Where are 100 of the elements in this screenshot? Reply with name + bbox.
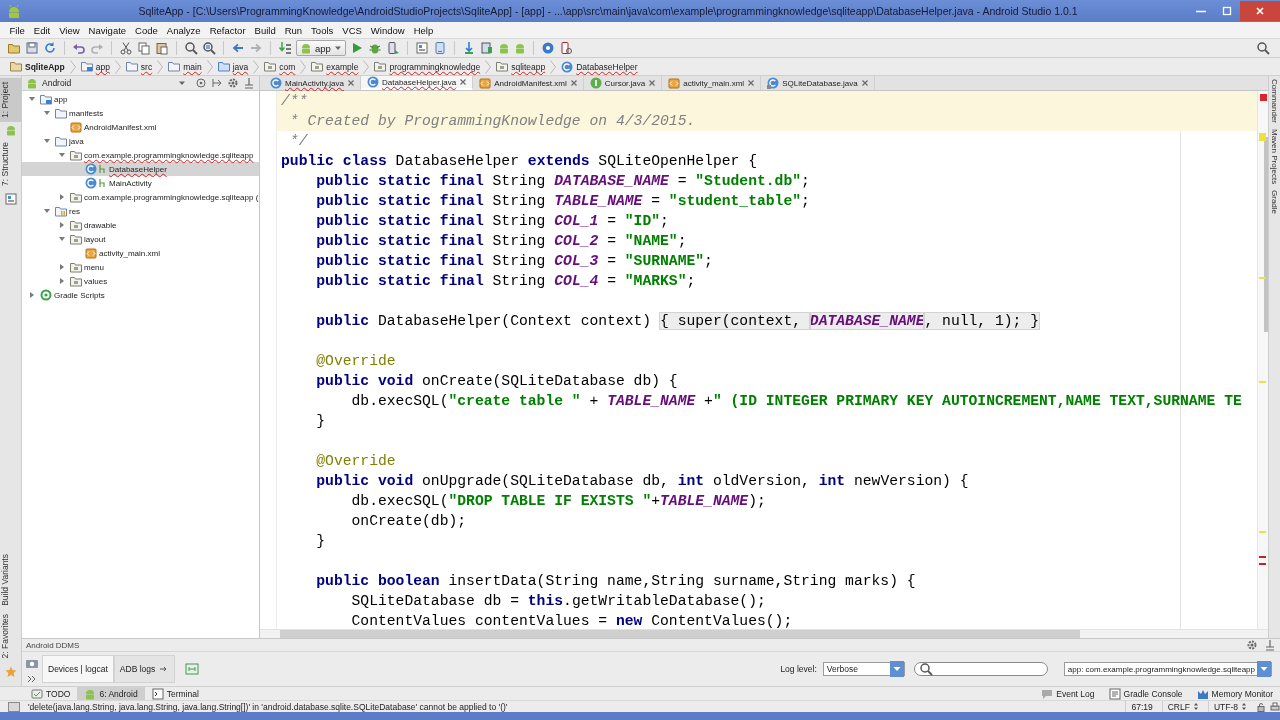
- collapse-arrow-icon[interactable]: [58, 235, 66, 243]
- close-icon[interactable]: [747, 79, 756, 87]
- settings-icon[interactable]: [1246, 639, 1258, 651]
- help-icon[interactable]: [540, 41, 555, 55]
- menu-title[interactable]: Edit: [29, 24, 55, 36]
- tool-window-tab[interactable]: 2: Favorites: [0, 609, 21, 662]
- breadcrumb[interactable]: src: [123, 61, 155, 72]
- tree-item[interactable]: menu: [22, 260, 259, 274]
- log-level-dropdown[interactable]: Verbose: [822, 662, 905, 676]
- editor-tab[interactable]: AndroidManifest.xml: [473, 76, 584, 90]
- tree-item[interactable]: activity_main.xml: [22, 246, 259, 260]
- tree-item[interactable]: Gradle Scripts: [22, 288, 259, 302]
- menu-title[interactable]: Navigate: [84, 24, 131, 36]
- camera-icon[interactable]: [25, 657, 39, 669]
- hide-icon[interactable]: [1264, 639, 1276, 651]
- tool-window-tab[interactable]: Maven Projects: [1270, 126, 1279, 188]
- close-icon[interactable]: [347, 79, 355, 87]
- panel-tab[interactable]: Devices | logcat: [42, 655, 114, 683]
- tree-item[interactable]: layout: [22, 232, 259, 246]
- copy-icon[interactable]: [137, 41, 151, 55]
- tree-item[interactable]: com.example.programmingknowledge.sqliteapp (: [22, 190, 259, 204]
- expand-arrow-icon[interactable]: [58, 193, 66, 201]
- close-icon[interactable]: [860, 79, 869, 87]
- menu-title[interactable]: Build: [250, 24, 281, 36]
- back-icon[interactable]: [231, 41, 245, 55]
- device-monitor-icon[interactable]: [479, 41, 494, 55]
- tool-window-tab[interactable]: Gradle Console: [1101, 687, 1190, 700]
- tool-window-tab[interactable]: 6: Android: [77, 687, 145, 700]
- expand-arrow-icon[interactable]: [28, 291, 36, 299]
- tree-item[interactable]: drawable: [22, 218, 259, 232]
- close-icon[interactable]: [459, 78, 468, 86]
- search-icon[interactable]: [1256, 41, 1270, 55]
- scrollbar-thumb[interactable]: [1264, 137, 1268, 332]
- breadcrumb[interactable]: main: [166, 61, 204, 72]
- editor-tab[interactable]: DatabaseHelper.java: [361, 76, 474, 90]
- more-icon[interactable]: [27, 675, 37, 683]
- app-filter-dropdown[interactable]: app: com.example.programmingknowledge.sqliteapp: [1063, 662, 1272, 676]
- tool-window-tab[interactable]: 7: Structure: [0, 137, 21, 190]
- close-icon[interactable]: [569, 79, 578, 87]
- breadcrumb[interactable]: SqliteApp: [8, 61, 67, 72]
- breadcrumb[interactable]: app: [78, 61, 112, 72]
- tool-window-tab[interactable]: Memory Monitor: [1189, 687, 1280, 700]
- editor-tab[interactable]: SQLiteDatabase.java: [761, 76, 875, 90]
- phone-icon[interactable]: [432, 41, 447, 55]
- menu-title[interactable]: File: [5, 24, 30, 36]
- project-structure-icon[interactable]: [414, 41, 429, 55]
- tree-item[interactable]: res: [22, 204, 259, 218]
- close-icon[interactable]: [648, 79, 657, 87]
- close-button[interactable]: [1240, 1, 1280, 21]
- tree-item[interactable]: MainActivity: [22, 176, 259, 190]
- run-config-dropdown[interactable]: app: [296, 40, 346, 56]
- menu-title[interactable]: Window: [366, 24, 410, 36]
- tool-window-tab[interactable]: Commander: [1270, 76, 1279, 126]
- editor-tab[interactable]: MainActivity.java: [264, 76, 361, 90]
- undo-icon[interactable]: [72, 41, 86, 55]
- tree-item[interactable]: app: [22, 92, 259, 106]
- menu-title[interactable]: Analyze: [162, 24, 206, 36]
- menu-title[interactable]: VCS: [337, 24, 367, 36]
- menu-title[interactable]: Code: [130, 24, 163, 36]
- save-icon[interactable]: [25, 41, 39, 55]
- menu-title[interactable]: Refactor: [205, 24, 251, 36]
- scrollbar-thumb[interactable]: [280, 630, 1080, 638]
- lock-icon[interactable]: [1256, 701, 1266, 712]
- breadcrumb[interactable]: com: [262, 61, 298, 72]
- restore-layout-icon[interactable]: [185, 663, 200, 675]
- tree-item[interactable]: java: [22, 134, 259, 148]
- breadcrumb[interactable]: programmingknowledge: [372, 61, 483, 72]
- tool-window-tab[interactable]: Terminal: [144, 687, 206, 700]
- tree-item[interactable]: values: [22, 274, 259, 288]
- tree-item[interactable]: com.example.programmingknowledge.sqliteapp: [22, 148, 259, 162]
- editor-tab[interactable]: activity_main.xml: [662, 76, 762, 90]
- breadcrumb[interactable]: java: [215, 61, 251, 72]
- cut-icon[interactable]: [119, 41, 133, 55]
- collapse-arrow-icon[interactable]: [43, 207, 51, 215]
- settings-icon[interactable]: [227, 77, 239, 89]
- editor-tab[interactable]: Cursor.java: [583, 76, 663, 90]
- make-icon[interactable]: [278, 41, 292, 55]
- locate-icon[interactable]: [195, 77, 207, 89]
- panel-tab[interactable]: ADB logs: [113, 655, 176, 683]
- printer-icon[interactable]: [1270, 701, 1280, 712]
- tool-window-tab[interactable]: 1: Project: [0, 78, 21, 122]
- paste-icon[interactable]: [155, 41, 169, 55]
- ddms-icon[interactable]: [558, 41, 573, 55]
- menu-title[interactable]: Tools: [306, 24, 338, 36]
- open-folder-icon[interactable]: [7, 41, 21, 55]
- breadcrumb[interactable]: DatabaseHelper: [559, 60, 640, 73]
- tool-window-tab[interactable]: TODO: [24, 687, 78, 700]
- search-icon[interactable]: [184, 41, 198, 55]
- search-field[interactable]: [913, 662, 1048, 676]
- collapse-all-icon[interactable]: [211, 77, 223, 89]
- menu-title[interactable]: Run: [280, 24, 307, 36]
- tree-item[interactable]: manifests: [22, 106, 259, 120]
- breadcrumb[interactable]: sqliteapp: [494, 61, 548, 72]
- attach-debugger-icon[interactable]: [385, 41, 400, 55]
- tree-item[interactable]: AndroidManifest.xml: [22, 120, 259, 134]
- menu-title[interactable]: Help: [409, 24, 438, 36]
- tree-item[interactable]: DatabaseHelper: [22, 162, 259, 176]
- menu-title[interactable]: View: [54, 24, 85, 36]
- message-icon[interactable]: [8, 701, 20, 712]
- replace-icon[interactable]: [202, 41, 216, 55]
